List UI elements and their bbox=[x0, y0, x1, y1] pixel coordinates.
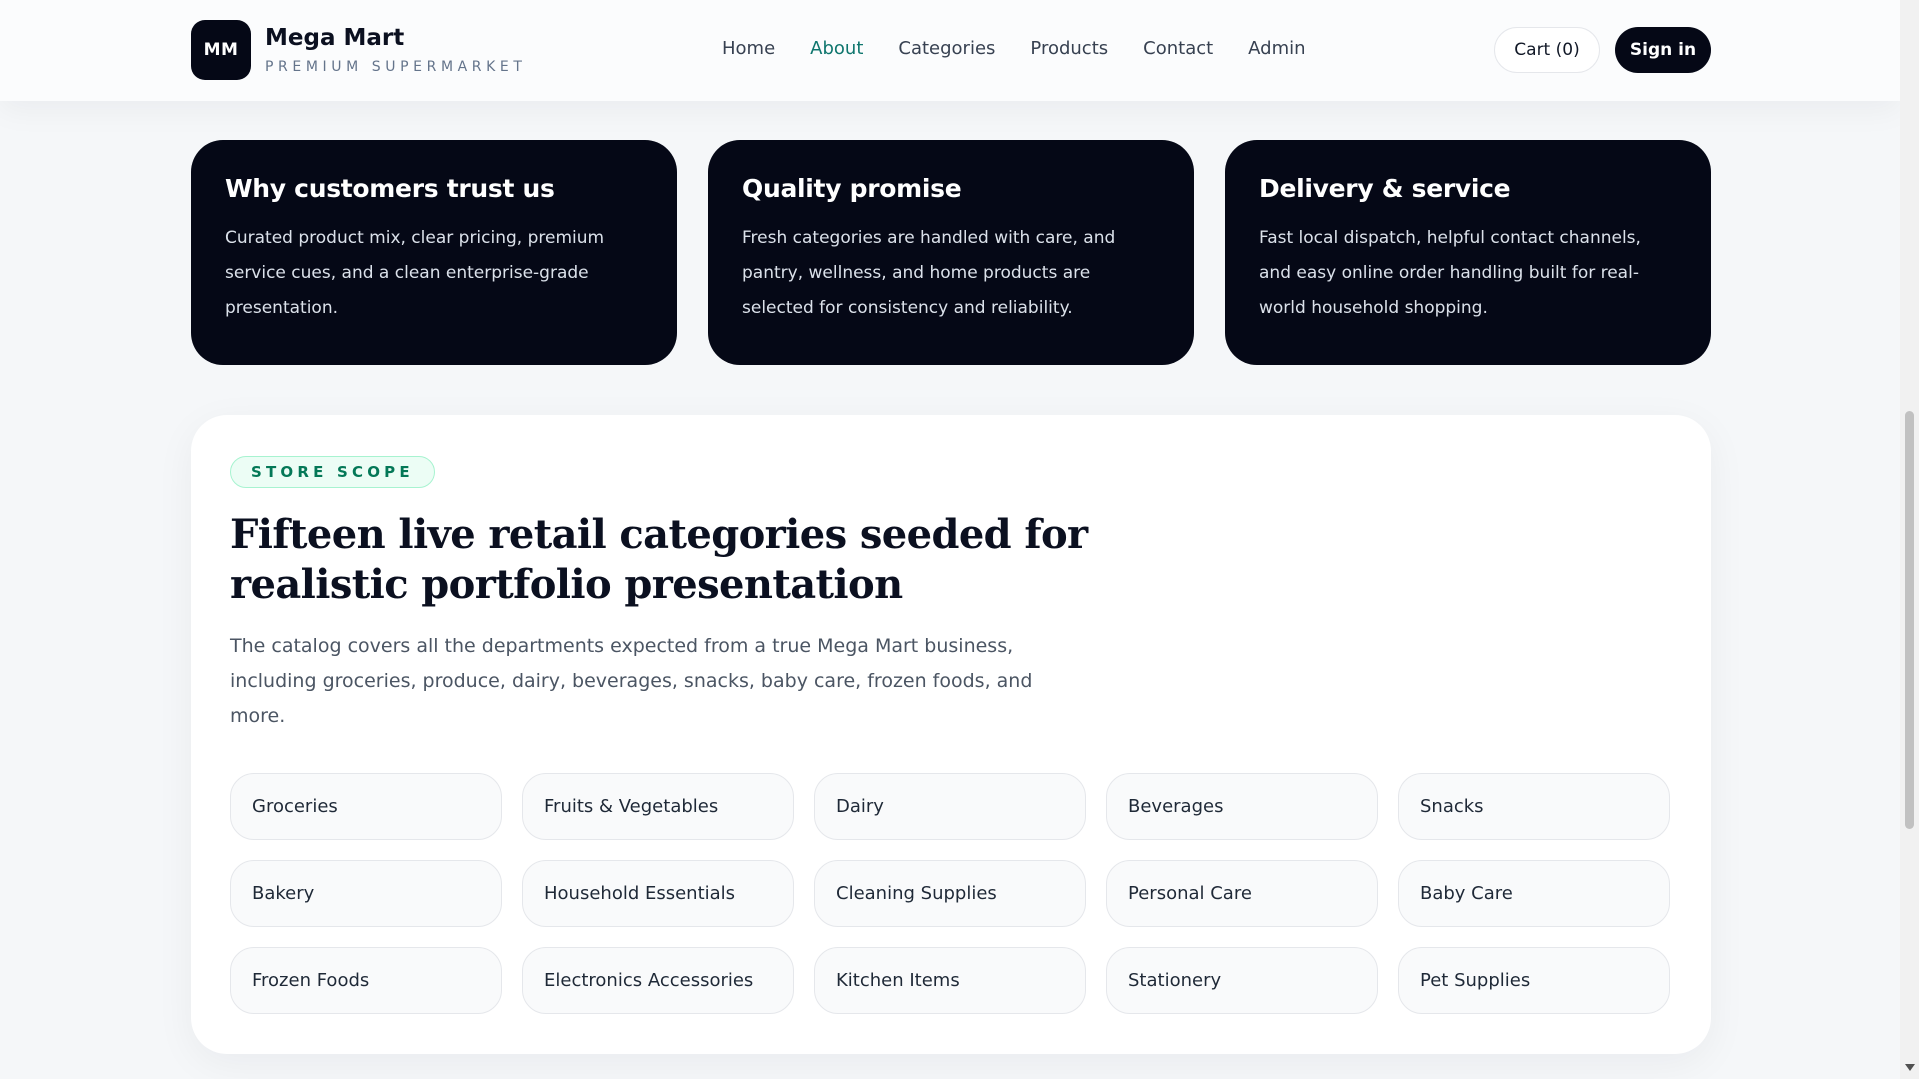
info-card-delivery: Delivery & service Fast local dispatch, … bbox=[1225, 140, 1711, 365]
page-viewport: MM Mega Mart PREMIUM SUPERMARKET Home Ab… bbox=[0, 0, 1900, 1079]
card-title: Why customers trust us bbox=[225, 174, 555, 203]
brand-tagline: PREMIUM SUPERMARKET bbox=[265, 59, 527, 75]
category-chip[interactable]: Dairy bbox=[814, 773, 1086, 840]
nav-about[interactable]: About bbox=[810, 38, 863, 59]
logo-badge[interactable]: MM bbox=[191, 20, 251, 80]
category-chip[interactable]: Baby Care bbox=[1398, 860, 1670, 927]
card-title: Quality promise bbox=[742, 174, 962, 203]
category-chip[interactable]: Electronics Accessories bbox=[522, 947, 794, 1014]
category-chip[interactable]: Fruits & Vegetables bbox=[522, 773, 794, 840]
brand-name[interactable]: Mega Mart bbox=[265, 25, 404, 51]
info-card-quality: Quality promise Fresh categories are han… bbox=[708, 140, 1194, 365]
scrollbar-thumb[interactable] bbox=[1905, 411, 1914, 829]
nav-products[interactable]: Products bbox=[1030, 38, 1108, 59]
store-scope-badge: STORE SCOPE bbox=[230, 456, 435, 488]
cart-button[interactable]: Cart (0) bbox=[1494, 27, 1600, 73]
category-chip[interactable]: Pet Supplies bbox=[1398, 947, 1670, 1014]
card-body: Fresh categories are handled with care, … bbox=[742, 228, 1116, 318]
category-chip[interactable]: Frozen Foods bbox=[230, 947, 502, 1014]
scroll-down-arrow-icon[interactable] bbox=[1905, 1064, 1915, 1071]
section-heading: Fifteen live retail categories seeded fo… bbox=[230, 511, 1088, 608]
store-scope-panel: STORE SCOPE Fifteen live retail categori… bbox=[191, 415, 1711, 1054]
info-card-trust: Why customers trust us Curated product m… bbox=[191, 140, 677, 365]
nav-categories[interactable]: Categories bbox=[898, 38, 995, 59]
nav-home[interactable]: Home bbox=[722, 38, 775, 59]
category-grid: Groceries Fruits & Vegetables Dairy Beve… bbox=[230, 773, 1670, 1014]
card-body: Curated product mix, clear pricing, prem… bbox=[225, 228, 605, 318]
nav-admin[interactable]: Admin bbox=[1248, 38, 1305, 59]
section-description: The catalog covers all the departments e… bbox=[230, 635, 1033, 727]
main-nav: Home About Categories Products Contact A… bbox=[722, 38, 1341, 59]
category-chip[interactable]: Stationery bbox=[1106, 947, 1378, 1014]
card-body: Fast local dispatch, helpful contact cha… bbox=[1259, 228, 1641, 318]
category-chip[interactable]: Cleaning Supplies bbox=[814, 860, 1086, 927]
sign-in-button[interactable]: Sign in bbox=[1615, 27, 1711, 73]
category-chip[interactable]: Groceries bbox=[230, 773, 502, 840]
card-title: Delivery & service bbox=[1259, 174, 1511, 203]
top-navigation-bar: MM Mega Mart PREMIUM SUPERMARKET Home Ab… bbox=[0, 0, 1900, 101]
category-chip[interactable]: Household Essentials bbox=[522, 860, 794, 927]
nav-contact[interactable]: Contact bbox=[1143, 38, 1213, 59]
category-chip[interactable]: Personal Care bbox=[1106, 860, 1378, 927]
vertical-scrollbar[interactable] bbox=[1900, 0, 1919, 1079]
category-chip[interactable]: Beverages bbox=[1106, 773, 1378, 840]
category-chip[interactable]: Bakery bbox=[230, 860, 502, 927]
category-chip[interactable]: Kitchen Items bbox=[814, 947, 1086, 1014]
category-chip[interactable]: Snacks bbox=[1398, 773, 1670, 840]
